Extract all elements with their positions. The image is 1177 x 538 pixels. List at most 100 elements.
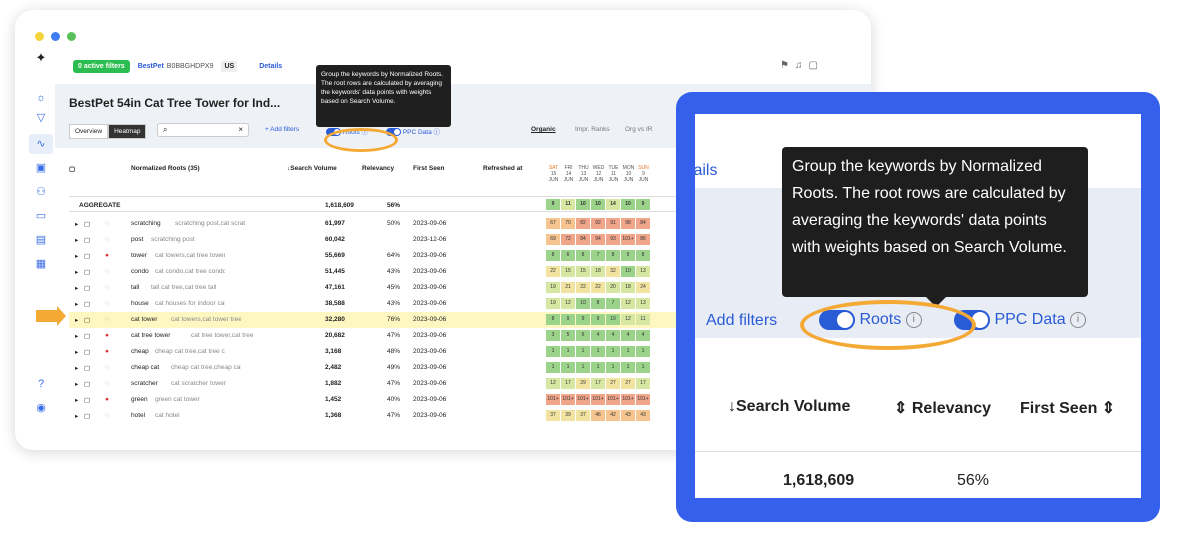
help-icon[interactable]: ?	[35, 378, 47, 390]
heat-cell[interactable]: 13	[636, 266, 650, 277]
row-checkbox[interactable]: ▢	[84, 252, 90, 260]
heat-cell[interactable]: 39	[561, 410, 575, 421]
table-row[interactable]: ▸ ▢ ○ post scratching post 60,042 2023-12-06 69…	[69, 232, 689, 248]
heat-cell[interactable]: 1	[591, 346, 605, 357]
expand-icon[interactable]: ▸	[75, 364, 78, 372]
heat-cell[interactable]: 15	[561, 266, 575, 277]
file-icon[interactable]: ▤	[35, 234, 47, 246]
heat-cell[interactable]: 27	[621, 378, 635, 389]
market-select[interactable]: US	[221, 61, 238, 72]
heat-cell[interactable]: 12	[621, 314, 635, 325]
heat-cell[interactable]: 32	[606, 266, 620, 277]
heat-cell[interactable]: 12	[561, 298, 575, 309]
monitor-icon[interactable]: ▭	[35, 210, 47, 222]
heat-cell[interactable]: 19	[546, 298, 560, 309]
heat-cell[interactable]: 8	[636, 250, 650, 261]
heat-cell[interactable]: 4	[606, 330, 620, 341]
heat-cell[interactable]: 8	[546, 250, 560, 261]
status-icon[interactable]: ○	[105, 220, 109, 227]
heat-cell[interactable]: 8	[591, 298, 605, 309]
expand-icon[interactable]: ▸	[75, 332, 78, 340]
col-refreshed[interactable]: Refreshed at	[483, 165, 522, 172]
heat-cell[interactable]: 84	[576, 234, 590, 245]
heat-cell[interactable]: 46	[591, 410, 605, 421]
heat-cell[interactable]: 10	[591, 199, 605, 210]
table-row[interactable]: ▸ ▢ ○ condo cat condo,cat tree condo 51,445 43…	[69, 264, 689, 280]
heat-cell[interactable]: 9	[546, 199, 560, 210]
row-checkbox[interactable]: ▢	[84, 220, 90, 228]
row-checkbox[interactable]: ▢	[84, 364, 90, 372]
heat-cell[interactable]: 3	[546, 330, 560, 341]
close-dot[interactable]	[67, 32, 76, 41]
zoom-col-first[interactable]: First Seen ⇕	[1020, 398, 1115, 418]
select-all-checkbox[interactable]: ▢	[69, 165, 75, 173]
heat-cell[interactable]: 9	[636, 199, 650, 210]
zoom-add-filters[interactable]: Add filters	[706, 312, 777, 330]
table-row[interactable]: ▸ ▢ ● cat tree tower cat tree tower,cat tree…	[69, 328, 689, 344]
heat-cell[interactable]: 1	[636, 346, 650, 357]
heat-cell[interactable]: 17	[636, 378, 650, 389]
col-sv[interactable]: ↓Search Volume	[287, 165, 337, 172]
status-icon[interactable]: ○	[105, 268, 109, 275]
heat-cell[interactable]: 1	[576, 362, 590, 373]
heat-cell[interactable]: 101+	[621, 394, 635, 405]
heat-cell[interactable]: 4	[621, 330, 635, 341]
heat-cell[interactable]: 98	[621, 218, 635, 229]
heat-cell[interactable]: 101+	[546, 394, 560, 405]
heat-cell[interactable]: 1	[606, 346, 620, 357]
status-icon[interactable]: ●	[105, 332, 109, 339]
heat-cell[interactable]: 82	[576, 218, 590, 229]
doc-icon[interactable]: ▣	[35, 162, 47, 174]
heat-cell[interactable]: 8	[576, 250, 590, 261]
table-row[interactable]: ▸ ▢ ● cheap cheap cat tree,cat tree cheap 3,1…	[69, 344, 689, 360]
user-icon[interactable]: ◉	[35, 402, 47, 414]
zoom-col-rel[interactable]: ⇕ Relevancy	[894, 398, 991, 418]
status-icon[interactable]: ○	[105, 380, 109, 387]
row-checkbox[interactable]: ▢	[84, 332, 90, 340]
heat-cell[interactable]: 101+	[591, 394, 605, 405]
status-icon[interactable]: ●	[105, 252, 109, 259]
heat-cell[interactable]: 13	[636, 298, 650, 309]
heat-cell[interactable]: 6	[561, 250, 575, 261]
heat-cell[interactable]: 42	[606, 410, 620, 421]
heat-cell[interactable]: 22	[546, 266, 560, 277]
heat-cell[interactable]: 69	[546, 234, 560, 245]
zoom-details[interactable]: tails	[695, 162, 717, 180]
header-icons[interactable]: ⚑♫▢	[780, 60, 824, 71]
heat-cell[interactable]: 9	[621, 250, 635, 261]
asin-prefix[interactable]: BestPet	[138, 63, 164, 70]
heat-cell[interactable]: 12	[546, 378, 560, 389]
heat-cell[interactable]: 101+	[576, 394, 590, 405]
heat-cell[interactable]: 7	[606, 298, 620, 309]
row-checkbox[interactable]: ▢	[84, 284, 90, 292]
row-checkbox[interactable]: ▢	[84, 396, 90, 404]
add-filters[interactable]: + Add filters	[265, 126, 299, 133]
heat-cell[interactable]: 67	[546, 218, 560, 229]
heat-cell[interactable]: 1	[636, 362, 650, 373]
heat-cell[interactable]: 18	[591, 266, 605, 277]
heat-cell[interactable]: 10	[606, 314, 620, 325]
table-row[interactable]: ▸ ▢ ○ scratching scratching post,cat scratc 6…	[69, 216, 689, 232]
row-checkbox[interactable]: ▢	[84, 412, 90, 420]
heat-cell[interactable]: 8	[546, 314, 560, 325]
heat-cell[interactable]: 22	[576, 282, 590, 293]
row-checkbox[interactable]: ▢	[84, 380, 90, 388]
heat-cell[interactable]: 17	[561, 378, 575, 389]
heat-cell[interactable]: 91	[606, 218, 620, 229]
heat-cell[interactable]: 18	[621, 282, 635, 293]
table-row[interactable]: ▸ ▢ ○ tall tall cat tree,cat tree tall 47,161…	[69, 280, 689, 296]
status-icon[interactable]: ○	[105, 316, 109, 323]
heat-cell[interactable]: 1	[621, 346, 635, 357]
row-checkbox[interactable]: ▢	[84, 348, 90, 356]
col-roots[interactable]: Normalized Roots (35)	[131, 165, 200, 172]
heat-cell[interactable]: 1	[561, 346, 575, 357]
heat-cell[interactable]: 1	[606, 362, 620, 373]
heat-cell[interactable]: 1	[546, 346, 560, 357]
heat-cell[interactable]: 8	[606, 250, 620, 261]
table-row[interactable]: ▸ ▢ ○ scratcher cat scratcher tower 1,882 47% 2…	[69, 376, 689, 392]
tab-organic[interactable]: Organic	[531, 126, 556, 133]
status-icon[interactable]: ○	[105, 236, 109, 243]
row-checkbox[interactable]: ▢	[84, 236, 90, 244]
row-checkbox[interactable]: ▢	[84, 268, 90, 276]
heat-cell[interactable]: 37	[576, 410, 590, 421]
